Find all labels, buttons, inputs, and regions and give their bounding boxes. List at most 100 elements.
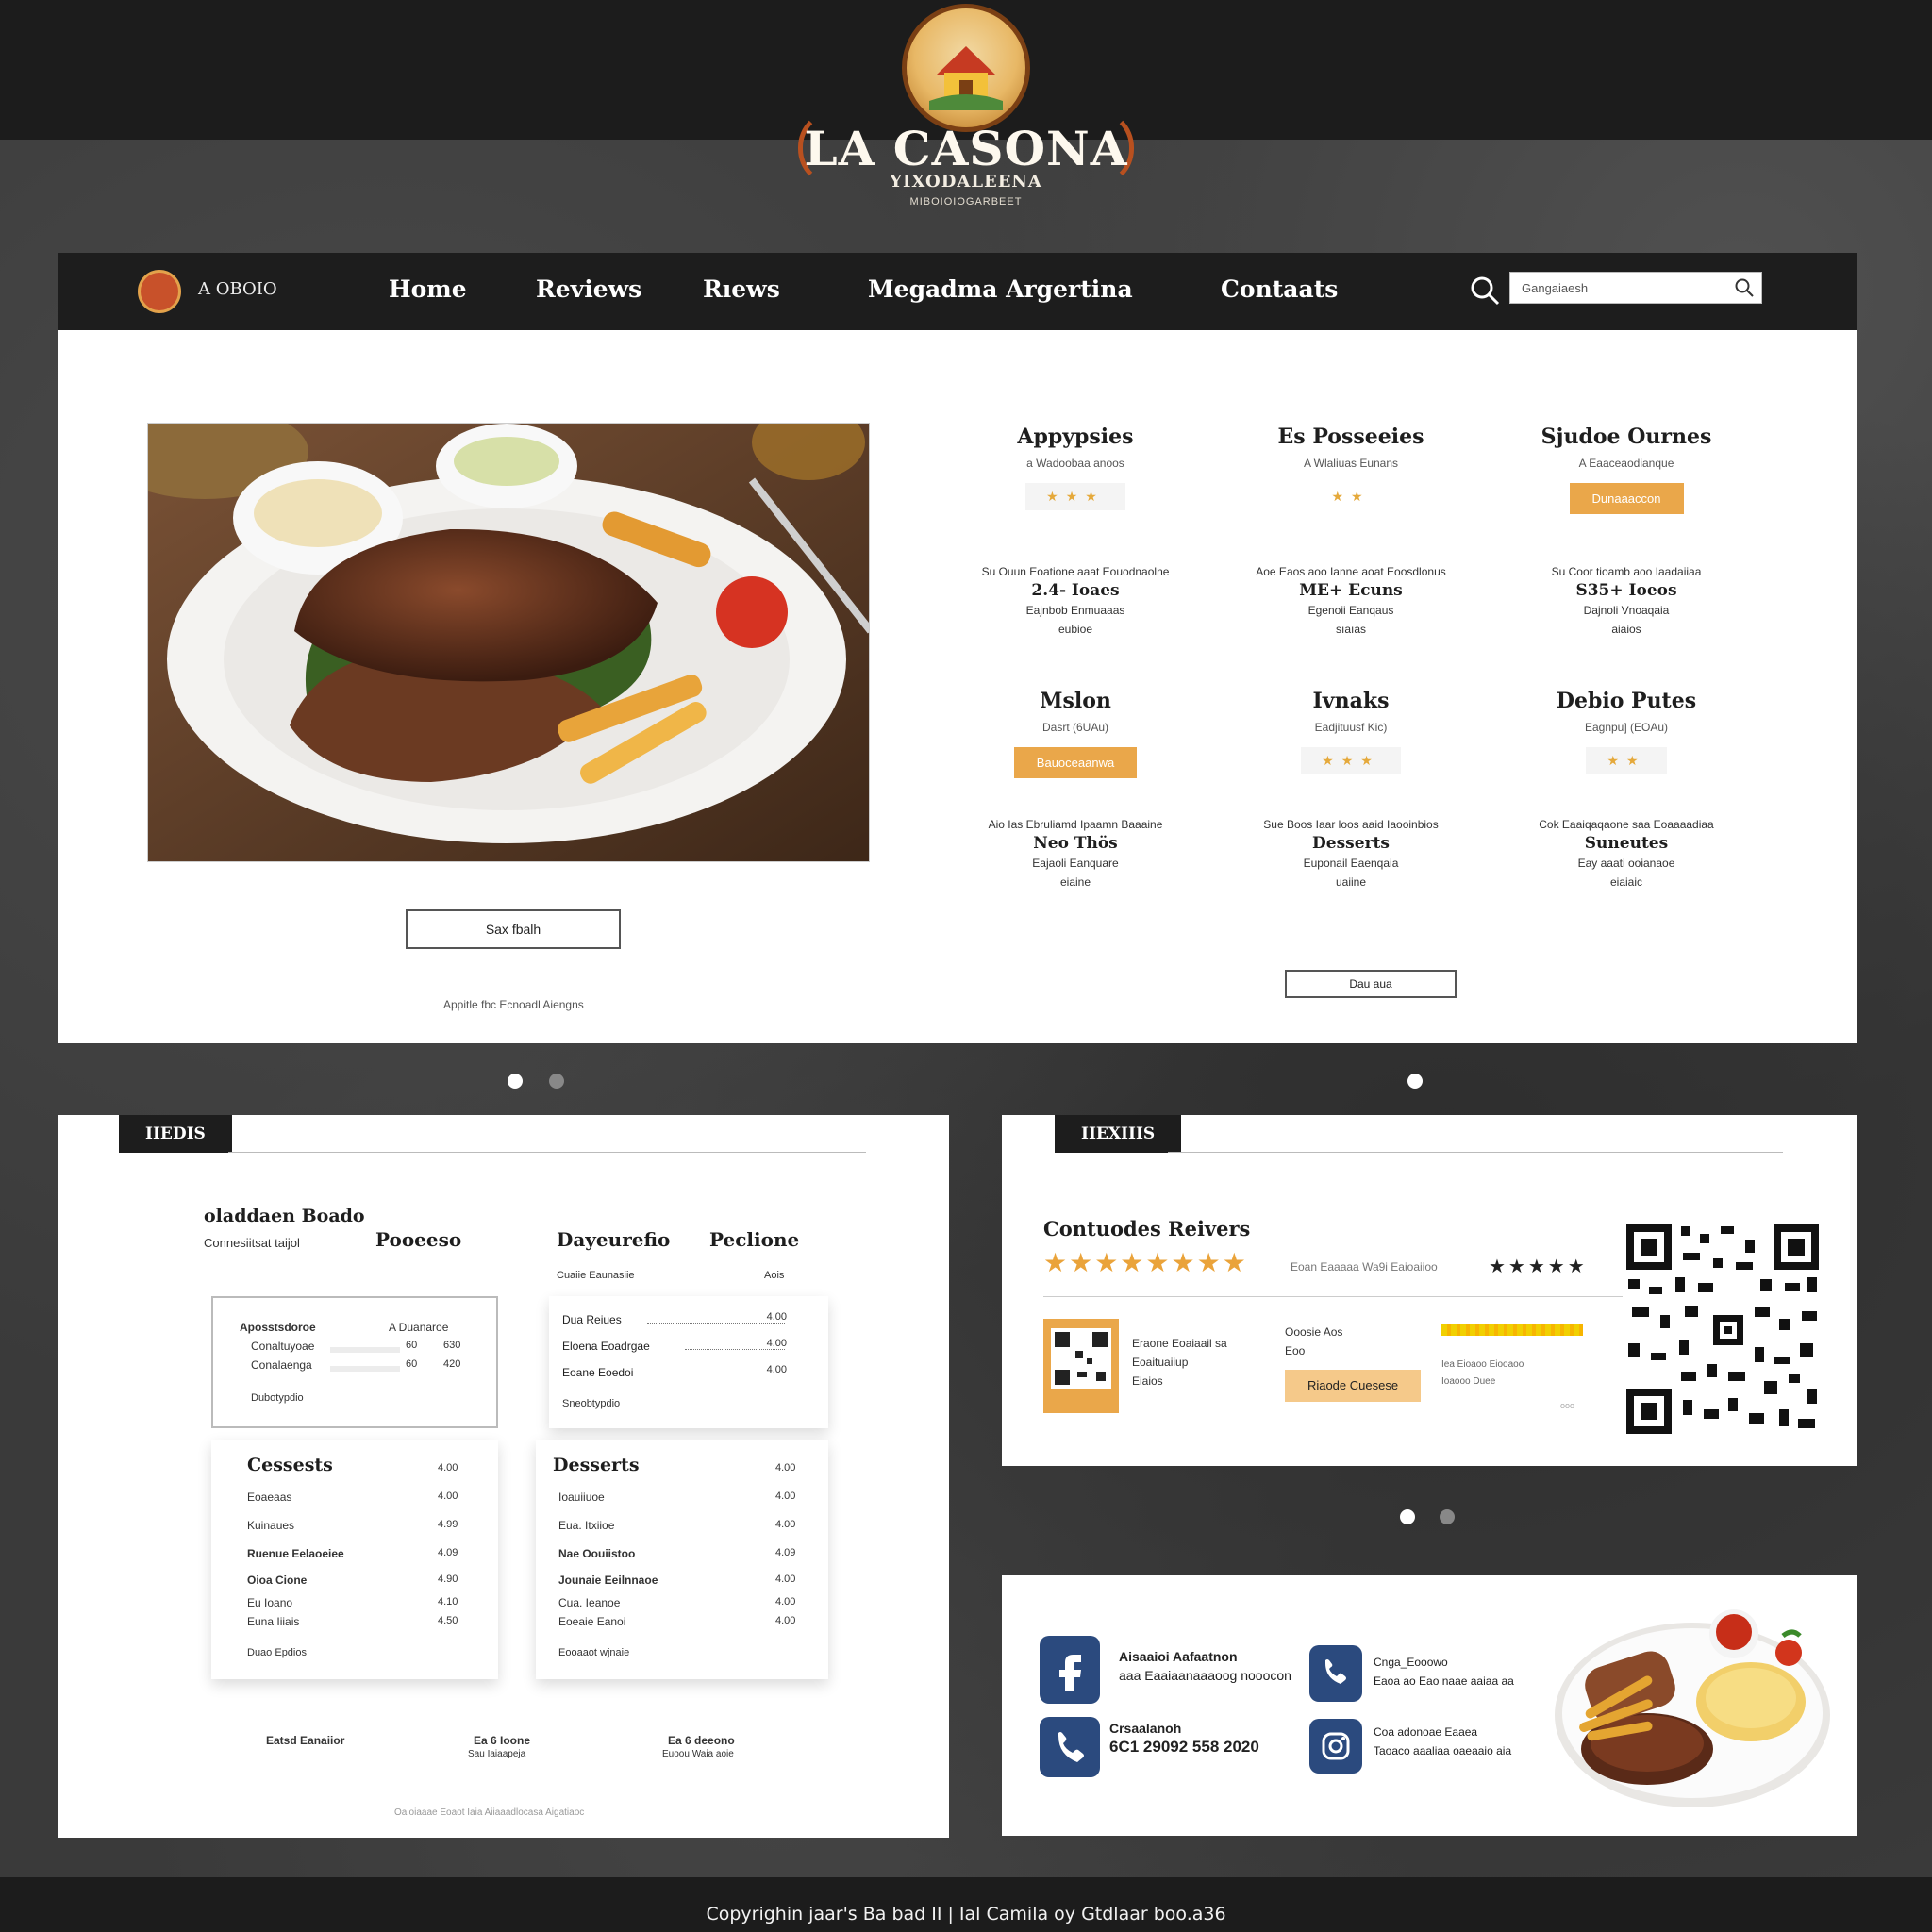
brand-logo[interactable]: LA CASONA YIXODALEENA MIBOIOIOGARBEET (792, 4, 1140, 221)
item-line: uaiine (1335, 875, 1367, 889)
row-name[interactable]: Eoeaie Eanoi (558, 1615, 625, 1628)
reviews-tab[interactable]: IIEXIIIS (1055, 1115, 1182, 1153)
review-cta-button[interactable]: Riaode Cuesese (1285, 1370, 1421, 1402)
menu-tab[interactable]: IIEDIS (119, 1115, 232, 1153)
item-name: 2.4- Ioaes (1031, 581, 1120, 600)
category-title: Sjudoe Ournes (1541, 425, 1712, 449)
row-price: 4.99 (438, 1519, 458, 1530)
contact-facebook[interactable]: Aisaaioi Aafaatnon aaa Eaaiaanaaaoog noo… (1119, 1647, 1291, 1685)
category-side-orders[interactable]: Sjudoe Ournes A Eaaceaodianque Dunaaacco… (1485, 425, 1768, 514)
nav-home[interactable]: Home (389, 275, 467, 303)
category-drinks[interactable]: Ivnaks Eadjituusf Kic) ★★★ (1209, 689, 1492, 774)
view-all-button[interactable]: Dau aua (1285, 970, 1457, 998)
logo-title: LA CASONA (804, 121, 1128, 176)
nav-menu-argentina[interactable]: Megadma Argertina (868, 275, 1133, 303)
carousel-dot[interactable] (1440, 1509, 1455, 1524)
contact-sub: Eaoa ao Eao naae aaiaa aa (1374, 1674, 1514, 1688)
row-name[interactable]: Ioauiiuoe (558, 1491, 605, 1504)
whatsapp-icon[interactable] (1309, 1645, 1362, 1702)
instagram-icon[interactable] (1309, 1719, 1362, 1774)
category-sub: Eadjituusf Kic) (1314, 721, 1388, 734)
row-name[interactable]: Kuinaues (247, 1519, 294, 1532)
item-line: eiaiaic (1609, 875, 1643, 889)
carousel-dot[interactable] (1407, 1074, 1423, 1089)
menu-item[interactable]: Su Coor tioamb aoo Iaadaiiaa S35+ Ioeos … (1485, 562, 1768, 639)
review-line: Eiaios (1132, 1374, 1163, 1388)
menu-row[interactable]: Dua Reiues (562, 1313, 785, 1332)
search-input[interactable] (1510, 273, 1718, 303)
item-line: Eajnbob Enmuaaas (1025, 604, 1125, 617)
nav-brand-text[interactable]: A OBOIO (198, 279, 277, 299)
row-name[interactable]: Ruenue Eelaoeiee (247, 1547, 344, 1560)
row-name[interactable]: Euna Iiiais (247, 1615, 299, 1628)
row-name[interactable]: Nae Oouiistoo (558, 1547, 635, 1560)
category-dessert-plates[interactable]: Debio Putes Eagnpu] (EOAu) ★★ (1485, 689, 1768, 774)
contact-title: Coa adonoae Eaaea (1374, 1725, 1478, 1739)
item-name: Neo Thös (1033, 834, 1118, 853)
card-row-price: 630 (443, 1340, 461, 1351)
carousel-dot[interactable] (508, 1074, 523, 1089)
carousel-dot[interactable] (1400, 1509, 1415, 1524)
reviews-title: Contuodes Reivers (1043, 1217, 1251, 1241)
reviews-rating-stars: ★★★★★ (1489, 1257, 1588, 1277)
item-line: sıaıas (1335, 623, 1366, 636)
item-desc: Aio Ias Ebruliamd Ipaamn Baaaine (988, 818, 1163, 831)
menu-item[interactable]: Sue Boos Iaar loos aaid Iaooinbios Desse… (1209, 815, 1492, 891)
row-name[interactable]: Eua. Itxiioe (558, 1519, 614, 1532)
facebook-icon[interactable] (1040, 1636, 1100, 1704)
contact-instagram[interactable]: Coa adonoae Eaaea Taoaco aaaliaa oaeaaio… (1374, 1723, 1511, 1760)
reviews-panel: IIEXIIIS Contuodes Reivers ★★★★★★★★ Eoan… (1002, 1115, 1857, 1466)
row-name[interactable]: Eoaeaas (247, 1491, 291, 1504)
row-name[interactable]: Cua. Ieanoe (558, 1596, 620, 1609)
row-price: 4.10 (438, 1596, 458, 1607)
grilled-meat-plate-image (1549, 1598, 1832, 1815)
menu-bottom-note: Oaioiaaae Eoaot Iaia Aiiaaadlocasa Aigat… (394, 1807, 585, 1818)
contact-whatsapp[interactable]: Cnga_Eooowo Eaoa ao Eao naae aaiaa aa (1374, 1653, 1514, 1690)
search-icon[interactable] (1468, 274, 1502, 308)
row-name[interactable]: Jounaie Eeilnnaoe (558, 1574, 658, 1587)
menu-item[interactable]: Su Ouun Eoatione aaat Eouodnaolne 2.4- I… (934, 562, 1217, 639)
menu-card-appetizers: Aposstsdoroe A Duanaroe Conaltuyoae 60 6… (211, 1296, 498, 1428)
nav-reviews-2[interactable]: Rıews (703, 275, 780, 303)
card-row-name: Conalaenga (251, 1358, 312, 1372)
row-name[interactable]: Oioa Cione (247, 1574, 307, 1587)
menu-item[interactable]: Aoe Eaos aoo Ianne aoat Eoosdlonus ME+ E… (1209, 562, 1492, 639)
menu-row[interactable]: Eoane Eoedoi (562, 1366, 785, 1385)
row-name[interactable]: Eu Ioano (247, 1596, 292, 1609)
nav-reviews[interactable]: Reviews (536, 275, 641, 303)
review-text-block: Eraone Eoaiaail sa Eoaituaiiup Eiaios (1132, 1334, 1227, 1391)
menu-card-desserts-2: Desserts 4.00 Ioauiiuoe 4.00 Eua. Itxiio… (536, 1440, 828, 1679)
see-menu-button[interactable]: Sax fbalh (406, 909, 621, 949)
carousel-dot[interactable] (549, 1074, 564, 1089)
review-text-block: Ooosie Aos Eoo (1285, 1323, 1342, 1360)
menu-col-heading: Dayeurefio (557, 1228, 671, 1251)
menu-footer-sub: Sau Iaiaapeja (468, 1749, 526, 1759)
nav-contacts[interactable]: Contaats (1221, 275, 1338, 303)
category-order-button[interactable]: Dunaaaccon (1569, 483, 1684, 514)
category-melon[interactable]: Mslon Dasrt (6UAu) Bauoceaanwa (934, 689, 1217, 778)
qr-code-icon[interactable] (1623, 1221, 1823, 1438)
category-sub: a Wadoobaa anoos (1026, 457, 1124, 470)
row-price: 4.00 (766, 1311, 787, 1323)
menu-item[interactable]: Cok Eaaiqaqaone saa Eoaaaadiaa Suneutes … (1485, 815, 1768, 891)
search-submit-icon[interactable] (1733, 276, 1756, 299)
menu-col-sub: Cuaiie Eaunasiie (557, 1270, 635, 1281)
qr-code-small-icon[interactable] (1043, 1319, 1119, 1413)
category-possessions[interactable]: Es Posseeies A Wlaliuas Eunans ★★ (1209, 425, 1492, 510)
item-desc: Cok Eaaiqaqaone saa Eoaaaadiaa (1539, 818, 1714, 831)
menu-item[interactable]: Aio Ias Ebruliamd Ipaamn Baaaine Neo Thö… (934, 815, 1217, 891)
item-desc: Sue Boos Iaar loos aaid Iaooinbios (1263, 818, 1439, 831)
phone-icon[interactable] (1040, 1717, 1100, 1777)
search-box[interactable] (1509, 272, 1762, 304)
contact-phone[interactable]: Crsaalanoh 6C1 29092 558 2020 (1109, 1719, 1259, 1757)
menu-left-sub: Connesiitsat taijol (204, 1236, 300, 1250)
category-order-button[interactable]: Bauoceaanwa (1013, 747, 1138, 778)
nav-logo-icon[interactable] (138, 270, 181, 313)
category-title: Appypsies (1017, 425, 1134, 449)
item-desc: Su Ouun Eoatione aaat Eouodnaolne (981, 565, 1170, 578)
item-line: Eajaoli Eanquare (1032, 857, 1119, 870)
item-line: Eay aaati ooianaoe (1577, 857, 1675, 870)
main-nav: A OBOIO Home Reviews Rıews Megadma Arger… (58, 253, 1857, 330)
category-appetizers[interactable]: Appypsies a Wadoobaa anoos ★★★ (934, 425, 1217, 510)
menu-row[interactable]: Eloena Eoadrgae (562, 1340, 785, 1358)
